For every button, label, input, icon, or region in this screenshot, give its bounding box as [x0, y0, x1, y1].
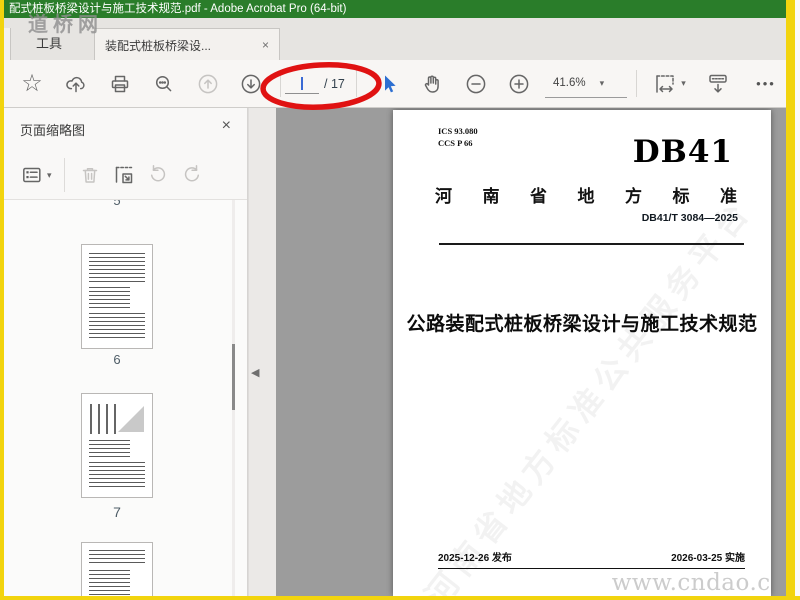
- window-frame: [795, 0, 800, 600]
- rotate-clockwise-icon: [184, 165, 200, 182]
- next-page-button[interactable]: [233, 60, 269, 107]
- fit-width-button[interactable]: ▾: [644, 60, 694, 107]
- tab-close-icon[interactable]: ×: [262, 38, 269, 52]
- trash-icon: [82, 168, 98, 183]
- chevron-down-icon: ▾: [599, 77, 605, 88]
- page-scrolling-button[interactable]: [698, 60, 738, 107]
- tab-bar: 工具 装配式桩板桥梁设... ×: [4, 18, 786, 61]
- collapse-panel-icon[interactable]: ◀: [251, 366, 259, 379]
- toolbar-separator: [280, 70, 281, 97]
- window-frame: [786, 0, 795, 600]
- rotate-left-button[interactable]: [146, 160, 170, 190]
- share-button[interactable]: [58, 60, 94, 107]
- page-label: 6: [113, 352, 121, 367]
- search-icon: [155, 75, 172, 91]
- arrow-down-circle-icon: [241, 74, 261, 93]
- ellipsis-icon: •••: [756, 76, 776, 91]
- select-arrow-icon: [385, 75, 396, 92]
- main-toolbar: ☆ / 17 41.6% ▾ ▾ •••: [4, 60, 786, 108]
- zoom-level-value: 41.6%: [553, 77, 586, 89]
- scrolling-mode-icon: [709, 74, 727, 93]
- panel-close-icon[interactable]: ×: [222, 117, 231, 135]
- brand-watermark: 道桥网: [28, 14, 103, 36]
- footer-rule: [438, 568, 745, 569]
- dates-row: 2025-12-26 发布 2026-03-25 实施: [438, 549, 745, 564]
- ics-codes: ICS 93.080 CCS P 66: [438, 125, 478, 149]
- page-number-input[interactable]: [285, 74, 319, 94]
- previous-page-button[interactable]: [190, 60, 226, 107]
- window-frame: [0, 0, 4, 600]
- favorites-button[interactable]: ☆: [14, 60, 50, 107]
- thumbnails-panel-header: 页面缩略图 ×: [4, 108, 247, 150]
- thumbnails-toolbar: ▾: [4, 150, 247, 200]
- page-label: 7: [113, 504, 121, 520]
- chevron-down-icon: ▾: [47, 169, 52, 180]
- minus-circle-icon: [466, 74, 486, 93]
- db41-logo: DB41: [632, 134, 733, 170]
- thumbnail-figure: [90, 404, 116, 434]
- printer-icon: [111, 75, 129, 92]
- implement-date: 2026-03-25 实施: [671, 553, 745, 564]
- site-watermark: www.cndao.co: [611, 570, 771, 596]
- zoom-out-button[interactable]: [458, 60, 494, 107]
- page-total-label: / 17: [324, 76, 345, 91]
- more-tools-button[interactable]: •••: [744, 60, 788, 107]
- fit-width-icon: [656, 74, 674, 93]
- panel-title: 页面缩略图: [20, 123, 86, 138]
- standard-number: DB41/T 3084—2025: [641, 212, 738, 224]
- list-options-icon: [23, 167, 41, 183]
- thumbnail-figure: [118, 406, 144, 432]
- chevron-down-icon: ▾: [681, 78, 686, 88]
- arrow-up-circle-icon: [198, 74, 218, 93]
- print-button[interactable]: [102, 60, 138, 107]
- rotate-counterclockwise-icon: [150, 165, 166, 182]
- cloud-upload-icon: [66, 76, 85, 92]
- plus-circle-icon: [509, 74, 529, 93]
- header-rule: [439, 243, 744, 245]
- toolbar-separator: [636, 70, 637, 97]
- view-options-button[interactable]: ▾: [20, 160, 52, 190]
- standard-name: 河南省地方标准: [435, 187, 737, 206]
- crop-pages-button[interactable]: [112, 160, 136, 190]
- window-frame: [0, 596, 800, 600]
- toolbar-separator: [356, 70, 357, 97]
- rotate-right-button[interactable]: [180, 160, 204, 190]
- pdf-page: 河南省地方标准公共服务平台 ICS 93.080 CCS P 66 DB41 河…: [393, 110, 771, 596]
- thumbnail-page-8[interactable]: [81, 542, 153, 596]
- tab-home-sliver[interactable]: [4, 28, 11, 60]
- ccs-line: CCS P 66: [438, 138, 473, 148]
- thumbnail-list[interactable]: 5 6 7: [4, 200, 247, 596]
- tab-document-label: 装配式桩板桥梁设...: [105, 38, 212, 53]
- zoom-level-dropdown[interactable]: 41.6% ▾: [545, 69, 627, 98]
- document-view[interactable]: 河南省地方标准公共服务平台 ICS 93.080 CCS P 66 DB41 河…: [276, 108, 786, 596]
- thumbnail-page-6[interactable]: [81, 244, 153, 349]
- star-icon: ☆: [21, 69, 43, 97]
- search-button[interactable]: [146, 60, 182, 107]
- text-cursor: [301, 76, 303, 90]
- select-tool-button[interactable]: [371, 60, 407, 107]
- panel-scrollbar-thumb[interactable]: [232, 344, 235, 410]
- zoom-in-button[interactable]: [501, 60, 537, 107]
- window-titlebar[interactable]: 配式桩板桥梁设计与施工技术规范.pdf - Adobe Acrobat Pro …: [4, 0, 786, 18]
- tab-document[interactable]: 装配式桩板桥梁设... ×: [94, 28, 280, 61]
- hand-tool-button[interactable]: [414, 60, 450, 107]
- page-label: 5: [113, 200, 121, 208]
- hand-icon: [424, 75, 439, 93]
- issue-date: 2025-12-26 发布: [438, 553, 512, 564]
- page-number-field[interactable]: / 17: [285, 60, 345, 107]
- diagonal-watermark: 河南省地方标准公共服务平台: [418, 191, 759, 596]
- acrobat-window: 配式桩板桥梁设计与施工技术规范.pdf - Adobe Acrobat Pro …: [0, 0, 800, 600]
- document-title: 公路装配式桩板桥梁设计与施工技术规范: [406, 314, 758, 335]
- thumbnails-panel: 页面缩略图 × ▾ 5 6 7: [4, 108, 248, 596]
- crop-pages-icon: [115, 166, 133, 184]
- toolbar-separator: [64, 158, 65, 192]
- thumbnail-page-7[interactable]: [81, 393, 153, 498]
- delete-pages-button[interactable]: [78, 160, 102, 190]
- ics-line: ICS 93.080: [438, 126, 478, 136]
- panel-resize-strip[interactable]: ◀: [248, 108, 276, 596]
